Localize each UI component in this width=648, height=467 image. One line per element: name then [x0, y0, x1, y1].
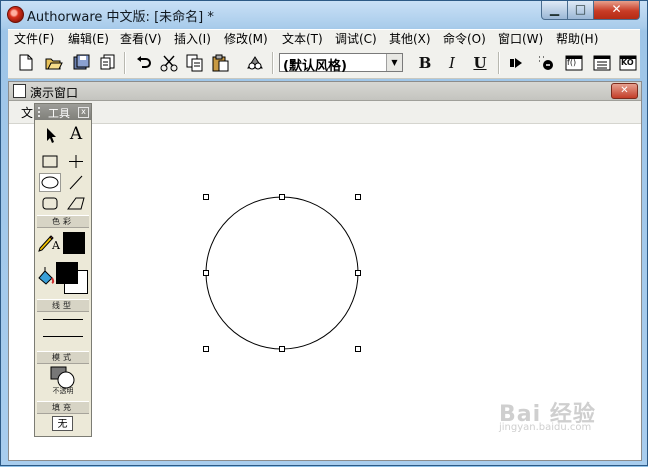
menu-bar: 文件(F) 编辑(E) 查看(V) 插入(I) 修改(M) 文本(T) 调试(C…: [8, 29, 640, 49]
fill-none-button[interactable]: 无: [52, 416, 73, 431]
toolbar: (默认风格) ▼ B I U f() KO: [8, 48, 640, 79]
menu-view[interactable]: 查看(V): [120, 31, 162, 47]
import-icon[interactable]: [98, 53, 118, 73]
rounded-rectangle-tool[interactable]: [39, 194, 61, 213]
app-logo-icon: [7, 6, 24, 23]
toolbar-separator: [124, 52, 126, 74]
minimize-button[interactable]: ▁: [541, 1, 568, 20]
rectangle-icon: [42, 155, 58, 168]
copy-icon[interactable]: [185, 53, 205, 73]
straight-line-tool[interactable]: [65, 152, 87, 171]
knowledge-objects-icon[interactable]: KO: [618, 53, 638, 73]
presentation-window-icon: [13, 84, 26, 98]
close-button[interactable]: ✕: [593, 1, 640, 20]
toolbar-separator: [272, 52, 274, 74]
menu-help[interactable]: 帮助(H): [556, 31, 598, 47]
menu-insert[interactable]: 插入(I): [174, 31, 211, 47]
menu-command[interactable]: 命令(O): [443, 31, 486, 47]
presentation-menu-file[interactable]: 文: [21, 104, 33, 121]
menu-edit[interactable]: 编辑(E): [68, 31, 109, 47]
undo-icon[interactable]: [134, 53, 154, 73]
color-section-label: 色彩: [37, 215, 89, 228]
tools-title: 工具: [48, 107, 70, 120]
line-style-thin[interactable]: [43, 319, 83, 320]
menu-debug[interactable]: 调试(C): [335, 31, 377, 47]
style-select[interactable]: (默认风格) ▼: [279, 53, 403, 74]
menu-modify[interactable]: 修改(M): [224, 31, 268, 47]
maximize-icon: □: [574, 2, 587, 16]
polygon-tool[interactable]: [65, 194, 87, 213]
save-all-icon[interactable]: [72, 53, 92, 73]
foreground-color-swatch[interactable]: [56, 262, 78, 284]
variables-icon[interactable]: [592, 53, 612, 73]
crosshair-line-icon: [69, 155, 83, 168]
ellipse-tool[interactable]: [39, 173, 61, 192]
tools-titlebar[interactable]: 工具 x: [35, 104, 91, 120]
style-select-value: (默认风格): [283, 59, 347, 74]
cut-icon[interactable]: [159, 53, 179, 73]
fill-color-picker[interactable]: [36, 266, 56, 288]
close-icon: ✕: [611, 2, 622, 16]
ellipse-icon: [41, 176, 59, 189]
italic-button[interactable]: I: [442, 53, 462, 73]
control-panel-icon[interactable]: [536, 53, 556, 73]
presentation-menubar: 文: [9, 101, 641, 124]
tools-palette[interactable]: 工具 x A 色彩 A 线型 模式 不透明 填充 无: [34, 103, 92, 437]
diagonal-line-tool[interactable]: [65, 173, 87, 192]
line-style-selected[interactable]: [43, 336, 83, 337]
run-icon[interactable]: [506, 53, 526, 73]
mode-section-label: 模式: [37, 351, 89, 364]
watermark-url: jingyan.baidu.com: [499, 422, 592, 433]
functions-icon[interactable]: f(): [564, 53, 584, 73]
paste-icon[interactable]: [211, 53, 231, 73]
text-tool[interactable]: A: [65, 125, 87, 144]
bold-button[interactable]: B: [415, 53, 435, 73]
grip-icon[interactable]: [38, 107, 44, 117]
presentation-titlebar[interactable]: 演示窗口 ✕: [9, 82, 641, 101]
menu-other[interactable]: 其他(X): [389, 31, 431, 47]
pen-text-letter: A: [52, 239, 60, 252]
menu-text[interactable]: 文本(T): [282, 31, 323, 47]
rectangle-tool[interactable]: [39, 152, 61, 171]
rounded-rectangle-icon: [42, 197, 58, 210]
fill-section-label: 填充: [37, 401, 89, 414]
underline-button[interactable]: U: [470, 53, 490, 73]
title-bar[interactable]: Authorware 中文版: [未命名] * ▁ □ ✕: [1, 1, 647, 28]
new-file-icon[interactable]: [16, 53, 36, 73]
presentation-title: 演示窗口: [30, 86, 79, 100]
diagonal-line-icon: [69, 175, 83, 190]
minimize-icon: ▁: [549, 2, 560, 16]
knowledge-objects-label: KO: [621, 58, 634, 67]
mode-value: 不透明: [52, 387, 74, 395]
app-window: Authorware 中文版: [未命名] * ▁ □ ✕ 文件(F) 编辑(E…: [0, 0, 648, 466]
menu-window[interactable]: 窗口(W): [498, 31, 543, 47]
stroke-color-swatch[interactable]: [63, 232, 85, 254]
menu-file[interactable]: 文件(F): [14, 31, 54, 47]
paint-bucket-icon: [38, 267, 55, 285]
toolbar-separator: [498, 52, 500, 74]
pointer-tool[interactable]: [39, 126, 61, 145]
arrow-pointer-icon: [47, 128, 56, 143]
find-icon[interactable]: [245, 53, 265, 73]
polygon-icon: [67, 197, 85, 210]
functions-label: f(): [567, 58, 577, 67]
chevron-down-icon[interactable]: ▼: [386, 54, 402, 71]
stroke-color-picker[interactable]: A: [37, 233, 63, 255]
maximize-button[interactable]: □: [567, 1, 594, 20]
open-file-icon[interactable]: [44, 53, 64, 73]
window-title: Authorware 中文版: [未命名] *: [27, 10, 214, 25]
presentation-close-button[interactable]: ✕: [611, 83, 638, 99]
tools-close-button[interactable]: x: [78, 107, 89, 118]
line-section-label: 线型: [37, 299, 89, 312]
